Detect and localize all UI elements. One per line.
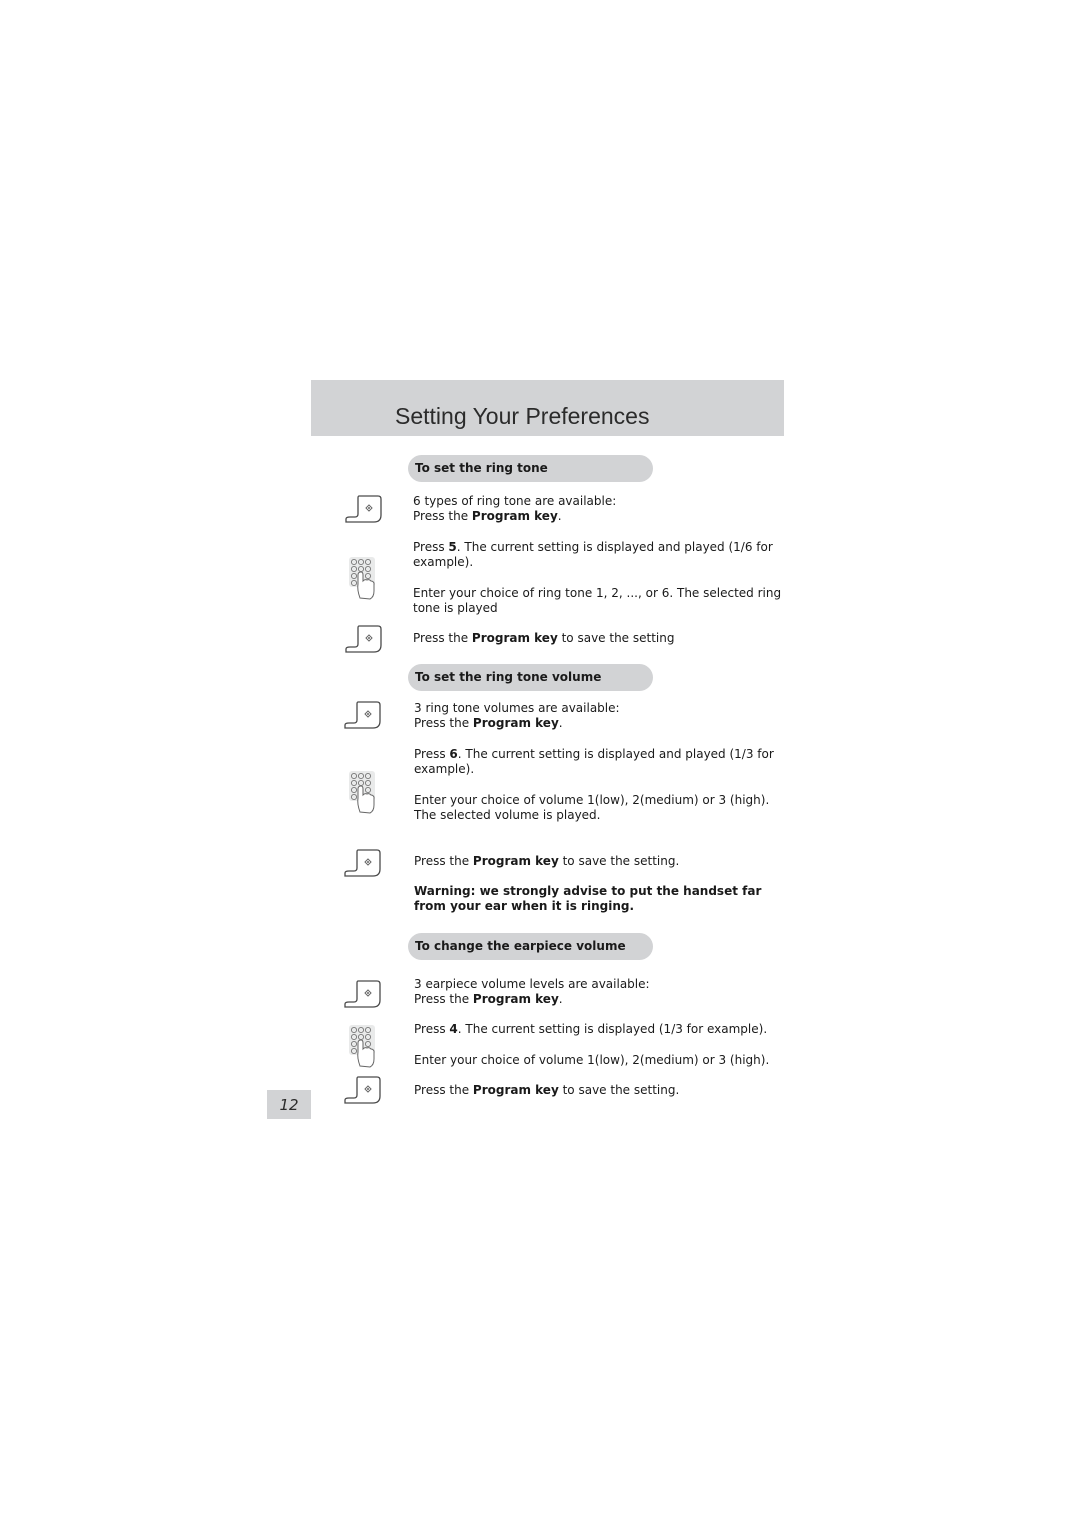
step-text: 6 types of ring tone are available: Pres… (413, 494, 617, 524)
step-text: Press the Program key to save the settin… (413, 631, 675, 645)
warning-text: Warning: we strongly advise to put the h… (414, 884, 762, 914)
step-text: Enter your choice of ring tone 1, 2, ...… (413, 586, 782, 616)
section-heading-earpiece-volume: To change the earpiece volume (408, 933, 653, 960)
program-key-icon (344, 849, 382, 881)
step-text: Press the Program key to save the settin… (414, 854, 680, 868)
section-heading-label: To change the earpiece volume (415, 939, 626, 953)
step-text: 3 ring tone volumes are available: Press… (414, 701, 620, 731)
section-heading-ring-tone: To set the ring tone (408, 455, 653, 482)
program-key-icon (345, 495, 383, 527)
section-heading-label: To set the ring tone volume (415, 670, 602, 684)
keypad-icon (348, 1024, 378, 1072)
section-heading-label: To set the ring tone (415, 461, 548, 475)
step-text: 3 earpiece volume levels are available: … (414, 977, 650, 1007)
page-number: 12 (267, 1090, 311, 1119)
page-title: Setting Your Preferences (395, 403, 650, 429)
step-text: Press 6. The current setting is displaye… (414, 747, 774, 777)
header-band: Setting Your Preferences (311, 380, 784, 436)
program-key-icon (344, 701, 382, 733)
step-text: Press the Program key to save the settin… (414, 1083, 680, 1097)
keypad-icon (348, 770, 378, 818)
program-key-icon (345, 625, 383, 657)
keypad-icon (348, 556, 378, 604)
section-heading-ring-tone-volume: To set the ring tone volume (408, 664, 653, 691)
step-text: Press 4. The current setting is displaye… (414, 1022, 768, 1036)
step-text: Press 5. The current setting is displaye… (413, 540, 773, 570)
step-text: Enter your choice of volume 1(low), 2(me… (414, 793, 770, 823)
program-key-icon (344, 1076, 382, 1108)
program-key-icon (344, 980, 382, 1012)
step-text: Enter your choice of volume 1(low), 2(me… (414, 1053, 770, 1067)
